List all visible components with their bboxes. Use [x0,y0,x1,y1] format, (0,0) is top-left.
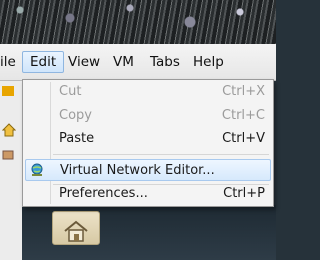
wallpaper-strip [0,0,276,44]
menu-item-paste[interactable]: Paste Ctrl+V [25,128,271,150]
menu-bar: ile Edit View VM Tabs Help [0,44,276,81]
menu-help[interactable]: Help [186,51,231,73]
menu-item-copy[interactable]: Copy Ctrl+C [25,105,271,127]
cut-label: Cut [59,84,82,99]
menu-view[interactable]: View [61,51,107,73]
menu-item-virtual-network-editor[interactable]: Virtual Network Editor... [25,159,271,181]
menu-file[interactable]: ile [0,51,23,73]
play-icon[interactable] [2,84,16,98]
copy-label: Copy [59,108,92,123]
menu-tabs[interactable]: Tabs [143,51,187,73]
home-icon[interactable] [2,123,16,137]
paste-shortcut: Ctrl+V [222,131,265,146]
toolbar-strip [0,81,23,260]
vm-icon[interactable] [2,149,16,163]
preferences-label: Preferences... [59,186,148,201]
menu-separator [53,154,269,155]
preferences-shortcut: Ctrl+P [223,186,265,201]
network-globe-icon [31,163,43,176]
home-tab-icon[interactable] [52,211,100,245]
edit-menu-dropdown: Cut Ctrl+X Copy Ctrl+C Paste Ctrl+V Virt… [22,79,274,207]
menu-item-cut[interactable]: Cut Ctrl+X [25,81,271,103]
paste-label: Paste [59,131,95,146]
menu-vm[interactable]: VM [106,51,141,73]
copy-shortcut: Ctrl+C [221,108,265,123]
house-icon [64,220,88,242]
cut-shortcut: Ctrl+X [222,84,265,99]
menu-edit[interactable]: Edit [22,51,65,73]
menu-item-preferences[interactable]: Preferences... Ctrl+P [25,183,271,205]
virtual-network-editor-label: Virtual Network Editor... [60,163,215,178]
